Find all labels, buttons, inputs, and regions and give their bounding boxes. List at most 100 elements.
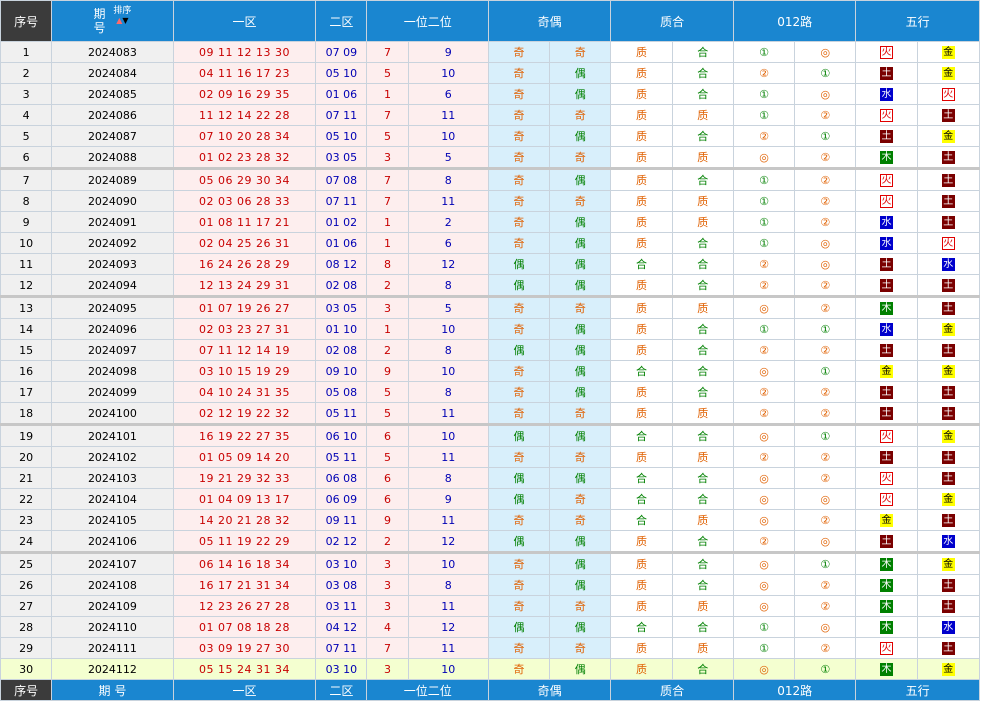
table-row: 23 2024105 14 20 21 28 32 09 11 9 11 奇 奇 合 质 ◎ ② 金 土 (0, 509, 981, 531)
road-value: ② (820, 513, 831, 527)
road-value: ② (820, 108, 831, 122)
row-issue: 2024097 (51, 339, 174, 361)
prime-comp-value: 合 (697, 258, 709, 271)
fire-element-icon: 火 (879, 641, 893, 655)
prime-comp-value: 质 (636, 237, 648, 250)
table-row: 21 2024103 19 21 29 32 33 06 08 6 8 偶 偶 合 合 ◎ ② 火 土 (0, 467, 981, 489)
row-element-1: 水 (855, 318, 918, 340)
road-value: ◎ (759, 492, 769, 506)
earth-element-icon: 土 (879, 129, 893, 143)
prime-comp-value: 合 (636, 430, 648, 443)
row-prime-comp-1: 合 (610, 423, 673, 447)
row-road-1: ① (732, 190, 796, 212)
row-element-1: 土 (855, 446, 918, 468)
row-road-2: ② (794, 467, 857, 489)
row-zone2-numbers: 01 06 (315, 232, 368, 254)
prime-comp-value: 合 (697, 386, 709, 399)
row-pos2: 10 (407, 551, 489, 575)
row-odd-even-2: 偶 (549, 167, 612, 191)
row-seq: 24 (0, 530, 53, 553)
row-zone1-numbers: 01 07 08 18 28 (172, 616, 317, 638)
row-odd-even-2: 偶 (549, 232, 612, 254)
row-prime-comp-2: 合 (671, 360, 734, 382)
prime-comp-value: 合 (636, 472, 648, 485)
row-odd-even-1: 奇 (487, 360, 551, 382)
row-prime-comp-1: 质 (610, 339, 673, 361)
odd-even-value: 偶 (574, 67, 586, 80)
prime-comp-value: 合 (697, 46, 709, 59)
row-pos2: 8 (407, 339, 489, 361)
row-odd-even-1: 奇 (487, 637, 551, 659)
row-element-1: 土 (855, 62, 918, 84)
row-pos1: 9 (366, 509, 409, 531)
table-row: 28 2024110 01 07 08 18 28 04 12 4 12 偶 偶 合 合 ① ◎ 木 水 (0, 616, 981, 638)
row-seq: 21 (0, 467, 53, 489)
metal-element-icon: 金 (941, 45, 955, 59)
row-seq: 25 (0, 551, 53, 575)
row-element-1: 火 (855, 104, 918, 126)
header-zone1: 一区 (172, 0, 317, 42)
row-pos1: 5 (366, 381, 409, 403)
road-value: ◎ (759, 429, 769, 443)
row-prime-comp-1: 质 (610, 167, 673, 191)
prime-comp-value: 合 (636, 514, 648, 527)
odd-even-value: 奇 (513, 558, 525, 571)
road-value: ◎ (820, 620, 831, 634)
row-prime-comp-1: 质 (610, 295, 673, 319)
row-odd-even-1: 奇 (487, 381, 551, 403)
row-road-1: ◎ (732, 146, 796, 169)
odd-even-value: 偶 (513, 430, 525, 443)
odd-even-value: 奇 (513, 109, 525, 122)
fire-element-icon: 火 (879, 194, 893, 208)
sort-button[interactable]: 排序 ▲▼ (113, 7, 131, 26)
row-element-1: 金 (855, 360, 918, 382)
earth-element-icon: 土 (941, 150, 955, 164)
road-value: ② (820, 343, 831, 357)
road-value: ① (820, 662, 831, 676)
row-element-1: 火 (855, 467, 918, 489)
odd-even-value: 偶 (513, 344, 525, 357)
row-issue: 2024093 (51, 253, 174, 275)
row-seq: 27 (0, 595, 53, 617)
row-odd-even-1: 奇 (487, 446, 551, 468)
earth-element-icon: 土 (879, 257, 893, 271)
table-row: 9 2024091 01 08 11 17 21 01 02 1 2 奇 偶 质 质 ① ② 水 土 (0, 211, 981, 233)
metal-element-icon: 金 (941, 557, 955, 571)
row-prime-comp-2: 合 (671, 83, 734, 105)
prime-comp-value: 合 (697, 430, 709, 443)
row-seq: 26 (0, 574, 53, 596)
earth-element-icon: 土 (941, 215, 955, 229)
prime-comp-value: 合 (697, 88, 709, 101)
row-odd-even-1: 奇 (487, 190, 551, 212)
header-zone2: 二区 (315, 0, 368, 42)
row-odd-even-2: 偶 (549, 339, 612, 361)
row-prime-comp-2: 质 (671, 295, 734, 319)
row-pos2: 5 (407, 146, 489, 169)
row-prime-comp-2: 质 (671, 446, 734, 468)
water-element-icon: 水 (941, 534, 955, 548)
row-prime-comp-1: 合 (610, 360, 673, 382)
row-issue: 2024083 (51, 41, 174, 63)
row-pos1: 3 (366, 574, 409, 596)
row-issue: 2024090 (51, 190, 174, 212)
row-road-2: ② (794, 637, 857, 659)
sort-arrows-icon: ▲▼ (116, 16, 129, 25)
earth-element-icon: 土 (941, 513, 955, 527)
row-odd-even-1: 奇 (487, 104, 551, 126)
row-odd-even-1: 偶 (487, 467, 551, 489)
road-value: ② (759, 343, 769, 357)
lottery-trend-page: { "header": { "seq": "序号", "issue_line1"… (0, 0, 982, 702)
earth-element-icon: 土 (879, 66, 893, 80)
road-value: ① (820, 557, 831, 571)
road-value: ① (759, 173, 769, 187)
header-issue[interactable]: 期 号 排序 ▲▼ (51, 0, 174, 42)
row-seq: 8 (0, 190, 53, 212)
row-element-1: 木 (855, 551, 918, 575)
road-value: ① (759, 620, 769, 634)
table-row: 5 2024087 07 10 20 28 34 05 10 5 10 奇偶质合 ② ① 土金 (0, 125, 981, 147)
table-row: 29 2024111 03 09 19 27 30 07 11 7 11 奇 奇 质 质 ① ② 火 土 (0, 637, 981, 659)
fire-element-icon: 火 (879, 45, 893, 59)
earth-element-icon: 土 (941, 194, 955, 208)
prime-comp-value: 质 (636, 535, 648, 548)
header-seq[interactable]: 序号 (0, 0, 53, 42)
